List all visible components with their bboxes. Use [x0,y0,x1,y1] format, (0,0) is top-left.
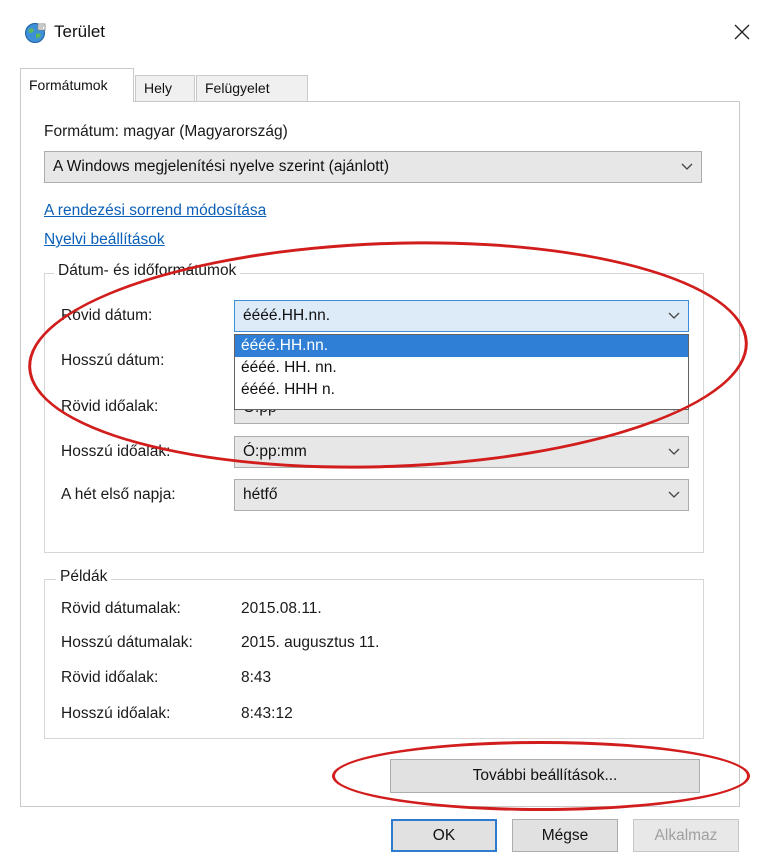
first-day-select[interactable]: hétfő [234,479,689,511]
ok-button[interactable]: OK [391,819,497,852]
example-value: 2015.08.11. [241,600,322,617]
example-value: 8:43 [241,669,272,686]
long-date-label: Hosszú dátum: [61,352,165,369]
example-label: Rövid dátumalak: [61,600,181,617]
example-label: Hosszú dátumalak: [61,634,193,651]
short-time-label: Rövid időalak: [61,398,159,415]
format-label: Formátum: magyar (Magyarország) [44,123,288,140]
cancel-button[interactable]: Mégse [512,819,618,852]
tab-formats[interactable]: Formátumok [20,68,134,102]
globe-icon [24,22,46,44]
format-select[interactable]: A Windows megjelenítési nyelve szerint (… [44,151,702,183]
chevron-down-icon [668,448,680,455]
window-title: Terület [54,22,106,41]
datetime-group-title: Dátum- és időformátumok [54,262,241,280]
example-label: Hosszú időalak: [61,705,171,722]
first-day-label: A hét első napja: [61,486,176,503]
title-bar: Terület [0,0,760,62]
short-date-select[interactable]: éééé.HH.nn. [234,300,689,332]
chevron-down-icon [668,312,680,319]
dropdown-option[interactable]: éééé. HHH n. [235,379,688,401]
chevron-down-icon [681,163,693,170]
dropdown-option[interactable]: éééé. HH. nn. [235,357,688,379]
dropdown-option[interactable]: éééé.HH.nn. [235,335,688,357]
short-date-dropdown-list: éééé.HH.nn. éééé. HH. nn. éééé. HHH n. [234,334,689,410]
example-label: Rövid időalak: [61,669,159,686]
close-button[interactable] [724,14,760,50]
language-settings-link[interactable]: Nyelvi beállítások [44,231,165,249]
examples-group-title: Példák [56,568,112,586]
close-icon [734,24,750,40]
additional-settings-button[interactable]: További beállítások... [390,759,700,793]
long-time-value: Ó:pp:mm [243,443,307,460]
long-time-label: Hosszú időalak: [61,443,171,460]
short-date-value: éééé.HH.nn. [243,307,331,324]
first-day-value: hétfő [243,486,278,503]
sort-order-link[interactable]: A rendezési sorrend módosítása [44,202,266,220]
short-date-label: Rövid dátum: [61,307,153,324]
example-value: 2015. augusztus 11. [241,634,380,651]
chevron-down-icon [668,491,680,498]
example-value: 8:43:12 [241,705,293,722]
tab-location[interactable]: Hely [135,75,195,102]
tab-administrative[interactable]: Felügyelet [196,75,308,102]
apply-button[interactable]: Alkalmaz [633,819,739,852]
long-time-select[interactable]: Ó:pp:mm [234,436,689,468]
format-select-value: A Windows megjelenítési nyelve szerint (… [53,158,389,175]
